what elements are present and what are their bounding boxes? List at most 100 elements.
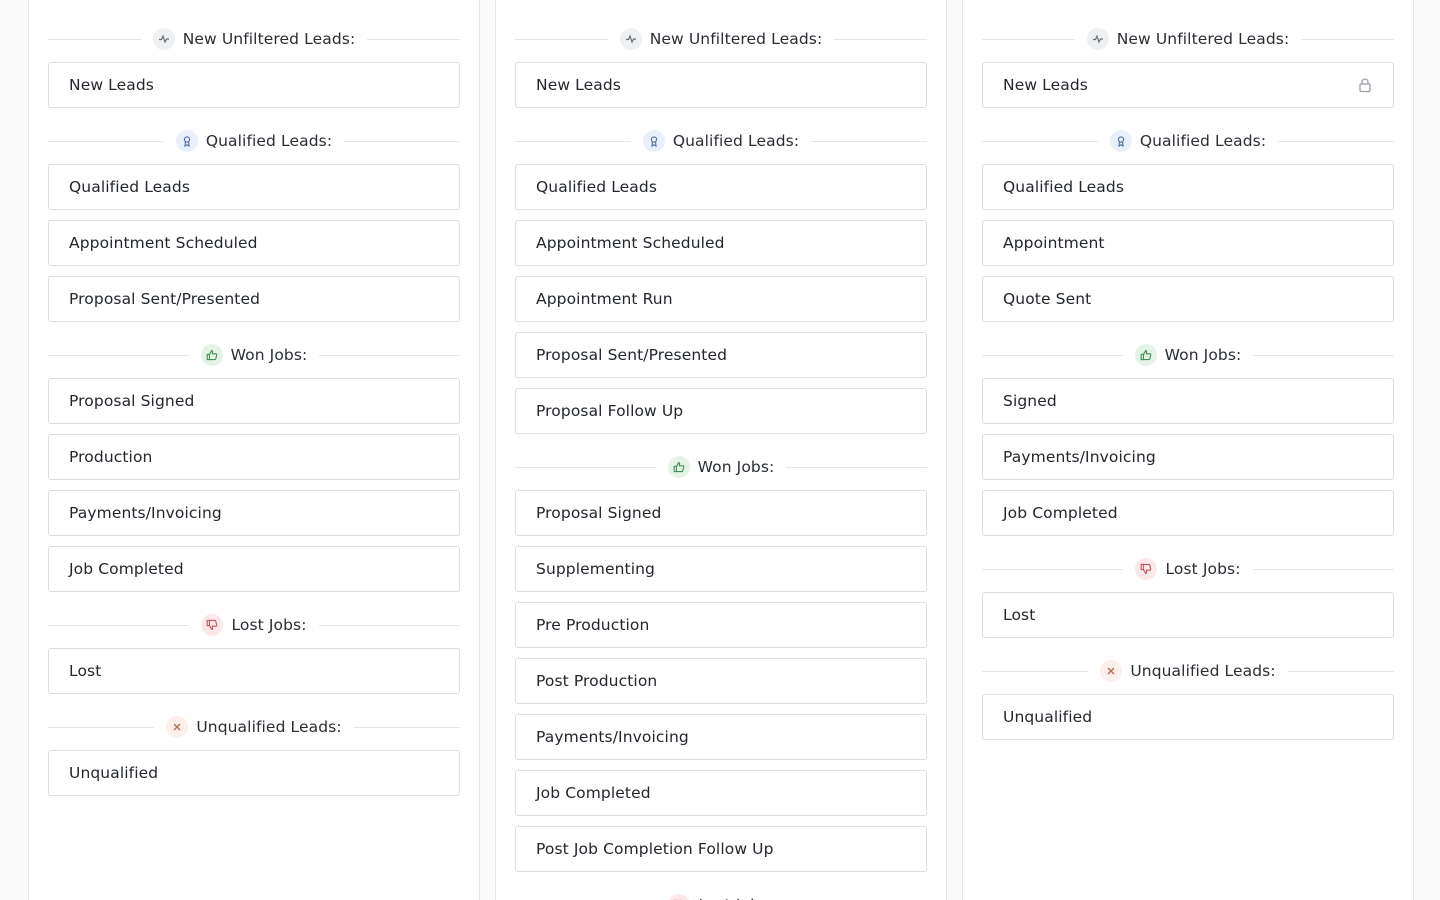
x-icon — [166, 716, 189, 738]
stage-card-payments-invoicing[interactable]: Payments/Invoicing — [982, 434, 1394, 480]
group-title-label: Qualified Leads: — [1139, 132, 1267, 150]
stage-card-pre-production[interactable]: Pre Production — [515, 602, 927, 648]
stage-card-lost[interactable]: Lost — [48, 648, 460, 694]
stage-label: Pre Production — [536, 616, 650, 634]
stage-card-appointment-run[interactable]: Appointment Run — [515, 276, 927, 322]
stage-card-supplementing[interactable]: Supplementing — [515, 546, 927, 592]
group-title-label: Qualified Leads: — [205, 132, 333, 150]
group-title: Lost Jobs: — [1123, 558, 1253, 580]
stage-label: Post Job Completion Follow Up — [536, 840, 774, 858]
stage-card-new-leads[interactable]: New Leads — [48, 62, 460, 108]
group-title-label: Lost Jobs: — [231, 616, 307, 634]
stage-card-quote-sent[interactable]: Quote Sent — [982, 276, 1394, 322]
stage-card-lost[interactable]: Lost — [982, 592, 1394, 638]
stage-card-appointment[interactable]: Appointment — [982, 220, 1394, 266]
stage-label: Unqualified — [1003, 708, 1093, 726]
activity-icon — [1086, 28, 1109, 50]
stage-card-new-leads[interactable]: New Leads — [515, 62, 927, 108]
stage-label: Proposal Follow Up — [536, 402, 684, 420]
stage-label: Payments/Invoicing — [1003, 448, 1156, 466]
group-title-label: Unqualified Leads: — [196, 718, 342, 736]
stage-card-job-completed[interactable]: Job Completed — [48, 546, 460, 592]
group-header-new-unfiltered-leads: New Unfiltered Leads: — [515, 16, 927, 62]
lock-icon — [1357, 77, 1373, 93]
group-title-label: Lost Jobs: — [698, 896, 773, 900]
group-title-label: Lost Jobs: — [1165, 560, 1241, 578]
group-title: New Unfiltered Leads: — [140, 28, 368, 50]
stage-label: Appointment Scheduled — [69, 234, 258, 252]
group-header-new-unfiltered-leads: New Unfiltered Leads: — [982, 16, 1394, 62]
stage-label: New Leads — [536, 76, 621, 94]
badge-icon — [1109, 130, 1132, 152]
pipeline-column-2: New Unfiltered Leads: New Leads Qualified … — [495, 0, 947, 900]
stage-card-appointment-scheduled[interactable]: Appointment Scheduled — [48, 220, 460, 266]
stage-label: Lost — [1003, 606, 1036, 624]
stage-card-production[interactable]: Production — [48, 434, 460, 480]
thumbs-up-icon — [200, 344, 223, 366]
group-title: Unqualified Leads: — [154, 716, 354, 738]
stage-card-proposal-signed[interactable]: Proposal Signed — [515, 490, 927, 536]
group-title-label: Won Jobs: — [697, 458, 775, 476]
stage-card-proposal-sent-presented[interactable]: Proposal Sent/Presented — [515, 332, 927, 378]
stage-card-proposal-signed[interactable]: Proposal Signed — [48, 378, 460, 424]
group-header-qualified-leads: Qualified Leads: — [982, 118, 1394, 164]
pipeline-board: New Unfiltered Leads: New Leads Qualified … — [0, 0, 1440, 900]
stage-card-unqualified[interactable]: Unqualified — [982, 694, 1394, 740]
group-header-won-jobs: Won Jobs: — [515, 444, 927, 490]
group-title: Qualified Leads: — [630, 130, 812, 152]
group-header-lost-jobs: Lost Jobs: — [515, 882, 927, 900]
group-title: Won Jobs: — [188, 344, 320, 366]
stage-label: Production — [69, 448, 153, 466]
group-header-lost-jobs: Lost Jobs: — [982, 546, 1394, 592]
group-header-unqualified-leads: Unqualified Leads: — [48, 704, 460, 750]
stage-card-qualified-leads[interactable]: Qualified Leads — [48, 164, 460, 210]
stage-card-post-job-completion-follow-up[interactable]: Post Job Completion Follow Up — [515, 826, 927, 872]
group-title: Won Jobs: — [1122, 344, 1254, 366]
thumbs-up-icon — [667, 456, 690, 478]
stage-label: Payments/Invoicing — [69, 504, 222, 522]
stage-label: Job Completed — [1003, 504, 1118, 522]
stage-card-signed[interactable]: Signed — [982, 378, 1394, 424]
group-header-new-unfiltered-leads: New Unfiltered Leads: — [48, 16, 460, 62]
thumbs-down-icon — [668, 894, 691, 900]
stage-card-payments-invoicing[interactable]: Payments/Invoicing — [48, 490, 460, 536]
x-icon — [1100, 660, 1123, 682]
group-title: New Unfiltered Leads: — [607, 28, 835, 50]
stage-card-post-production[interactable]: Post Production — [515, 658, 927, 704]
badge-icon — [175, 130, 198, 152]
stage-label: Payments/Invoicing — [536, 728, 689, 746]
group-header-qualified-leads: Qualified Leads: — [515, 118, 927, 164]
stage-label: Proposal Signed — [69, 392, 195, 410]
stage-card-job-completed[interactable]: Job Completed — [982, 490, 1394, 536]
stage-card-payments-invoicing[interactable]: Payments/Invoicing — [515, 714, 927, 760]
stage-card-appointment-scheduled[interactable]: Appointment Scheduled — [515, 220, 927, 266]
group-header-unqualified-leads: Unqualified Leads: — [982, 648, 1394, 694]
stage-label: Post Production — [536, 672, 658, 690]
stage-label: Proposal Sent/Presented — [69, 290, 261, 308]
group-title-label: Won Jobs: — [1164, 346, 1242, 364]
stage-card-proposal-follow-up[interactable]: Proposal Follow Up — [515, 388, 927, 434]
group-header-lost-jobs: Lost Jobs: — [48, 602, 460, 648]
stage-label: Qualified Leads — [69, 178, 191, 196]
stage-card-job-completed[interactable]: Job Completed — [515, 770, 927, 816]
group-title-label: Unqualified Leads: — [1130, 662, 1276, 680]
stage-label: Qualified Leads — [536, 178, 658, 196]
group-header-won-jobs: Won Jobs: — [48, 332, 460, 378]
thumbs-down-icon — [1135, 558, 1158, 580]
stage-label: Lost — [69, 662, 102, 680]
thumbs-down-icon — [201, 614, 224, 636]
stage-card-proposal-sent-presented[interactable]: Proposal Sent/Presented — [48, 276, 460, 322]
stage-label: Proposal Signed — [536, 504, 662, 522]
stage-label: Appointment Run — [536, 290, 673, 308]
pipeline-column-1: New Unfiltered Leads: New Leads Qualified … — [28, 0, 480, 900]
group-title: Lost Jobs: — [189, 614, 319, 636]
stage-label: Qualified Leads — [1003, 178, 1125, 196]
stage-card-qualified-leads[interactable]: Qualified Leads — [982, 164, 1394, 210]
stage-card-new-leads[interactable]: New Leads — [982, 62, 1394, 108]
stage-card-qualified-leads[interactable]: Qualified Leads — [515, 164, 927, 210]
group-title-label: New Unfiltered Leads: — [1116, 30, 1290, 48]
stage-label: Appointment — [1003, 234, 1105, 252]
stage-label: New Leads — [69, 76, 154, 94]
stage-label: Unqualified — [69, 764, 159, 782]
stage-card-unqualified[interactable]: Unqualified — [48, 750, 460, 796]
